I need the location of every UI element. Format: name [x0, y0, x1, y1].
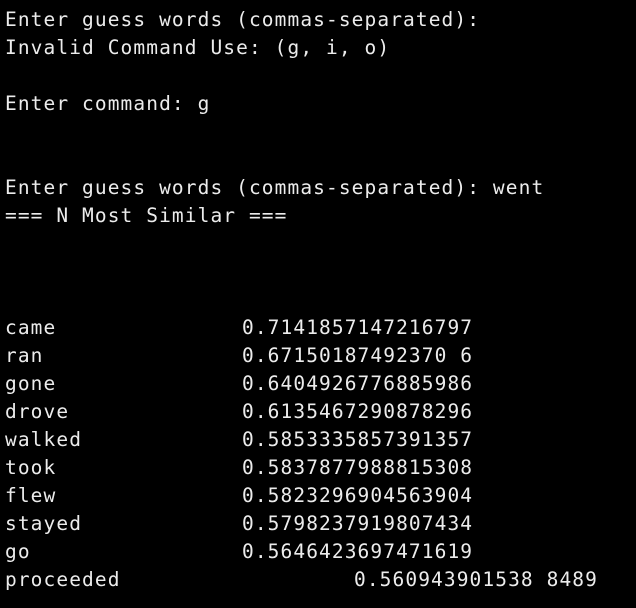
result-score: 0.6135467290878296 [242, 400, 474, 423]
prompt-guess-words-input: Enter guess words (commas-separated): we… [5, 176, 545, 199]
result-score: 0.5853335857391357 [242, 428, 474, 451]
result-score: 0.5837877988815308 [242, 456, 474, 479]
result-word: drove [5, 400, 70, 423]
result-word: flew [5, 484, 57, 507]
error-message: Invalid Command Use: (g, i, o) [5, 36, 391, 59]
result-score: 0.7141857147216797 [242, 316, 474, 339]
result-word: ran [5, 344, 44, 367]
result-row: proceeded 0.560943901538 8489 [5, 566, 597, 594]
result-row: walked 0.5853335857391357 [5, 426, 472, 454]
result-word: took [5, 456, 57, 479]
result-row: drove 0.6135467290878296 [5, 398, 472, 426]
results-header: === N Most Similar === [5, 204, 288, 227]
prompt-guess-words: Enter guess words (commas-separated): [5, 8, 481, 31]
result-score: 0.67150187492370 6 [242, 344, 474, 367]
result-row: gone 0.6404926776885986 [5, 370, 472, 398]
result-word: gone [5, 372, 57, 395]
result-word: walked [5, 428, 83, 451]
result-row: flew 0.5823296904563904 [5, 482, 472, 510]
result-word: go [5, 540, 31, 563]
result-row: ran 0.67150187492370 6 [5, 342, 472, 370]
result-word: stayed [5, 512, 83, 535]
result-row: came 0.7141857147216797 [5, 314, 472, 342]
result-word: came [5, 316, 57, 339]
result-row: go 0.5646423697471619 [5, 538, 472, 566]
result-row: took 0.5837877988815308 [5, 454, 472, 482]
prompt-command: Enter command: g [5, 92, 211, 115]
result-score: 0.560943901538 8489 [354, 568, 598, 591]
terminal-window[interactable]: Enter guess words (commas-separated): In… [0, 0, 636, 608]
result-word: proceeded [5, 568, 121, 591]
result-score: 0.5646423697471619 [242, 540, 474, 563]
result-score: 0.5823296904563904 [242, 484, 474, 507]
result-score: 0.5798237919807434 [242, 512, 474, 535]
result-row: stayed 0.5798237919807434 [5, 510, 472, 538]
result-score: 0.6404926776885986 [242, 372, 474, 395]
